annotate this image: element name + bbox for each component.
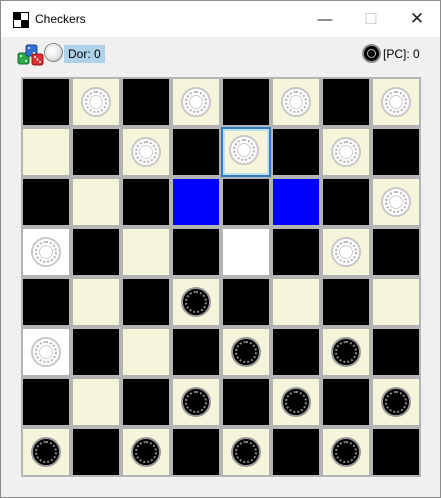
dark-square[interactable] [71, 327, 121, 377]
white-piece-icon[interactable] [81, 87, 111, 117]
dice-icon[interactable] [17, 42, 45, 68]
white-piece-icon[interactable] [381, 87, 411, 117]
dark-square[interactable] [371, 127, 421, 177]
light-square[interactable] [171, 377, 221, 427]
move-hint-square[interactable] [171, 177, 221, 227]
window-title: Checkers [35, 12, 86, 26]
light-square[interactable] [121, 227, 171, 277]
dark-square[interactable] [171, 127, 221, 177]
white-piece-icon[interactable] [31, 237, 61, 267]
light-square[interactable] [121, 427, 171, 477]
white-piece-icon[interactable] [331, 237, 361, 267]
light-square[interactable] [171, 77, 221, 127]
light-square[interactable] [21, 327, 71, 377]
light-square[interactable] [171, 277, 221, 327]
dark-square[interactable] [321, 77, 371, 127]
black-piece-icon[interactable] [231, 437, 261, 467]
dark-square[interactable] [221, 377, 271, 427]
white-piece-icon[interactable] [31, 337, 61, 367]
light-square[interactable] [121, 327, 171, 377]
dark-square[interactable] [121, 177, 171, 227]
dark-square[interactable] [221, 77, 271, 127]
dark-square[interactable] [21, 377, 71, 427]
light-square[interactable] [21, 227, 71, 277]
dark-square[interactable] [71, 427, 121, 477]
light-square[interactable] [321, 127, 371, 177]
dark-square[interactable] [321, 277, 371, 327]
light-square[interactable] [21, 427, 71, 477]
minimize-icon[interactable]: — [302, 1, 348, 37]
dark-square[interactable] [221, 277, 271, 327]
white-piece-icon[interactable] [381, 187, 411, 217]
dark-square[interactable] [271, 127, 321, 177]
dark-square[interactable] [21, 177, 71, 227]
dark-square[interactable] [21, 277, 71, 327]
light-square[interactable] [71, 177, 121, 227]
black-piece-icon[interactable] [181, 287, 211, 317]
light-square[interactable] [71, 277, 121, 327]
empty-white-square[interactable] [221, 227, 271, 277]
pc-score: [PC]: 0 [383, 47, 420, 61]
checkers-window: Checkers — ☐ ✕ Dor: 0 [PC]: 0 [0, 0, 441, 498]
light-square[interactable] [371, 177, 421, 227]
dark-square[interactable] [21, 77, 71, 127]
black-piece-icon[interactable] [331, 437, 361, 467]
light-square[interactable] [121, 127, 171, 177]
black-piece-icon[interactable] [331, 337, 361, 367]
dark-square[interactable] [171, 427, 221, 477]
player-white-piece-icon [44, 43, 63, 62]
light-square[interactable] [321, 227, 371, 277]
close-icon[interactable]: ✕ [394, 1, 440, 37]
dark-square[interactable] [221, 177, 271, 227]
dark-square[interactable] [321, 177, 371, 227]
light-square[interactable] [321, 427, 371, 477]
dark-square[interactable] [371, 427, 421, 477]
selected-square[interactable] [221, 127, 271, 177]
light-square[interactable] [271, 277, 321, 327]
dark-square[interactable] [371, 227, 421, 277]
white-piece-icon[interactable] [131, 137, 161, 167]
light-square[interactable] [321, 327, 371, 377]
white-piece-icon[interactable] [281, 87, 311, 117]
dark-square[interactable] [321, 377, 371, 427]
dark-square[interactable] [121, 277, 171, 327]
white-piece-icon[interactable] [229, 135, 259, 165]
dark-square[interactable] [121, 77, 171, 127]
light-square[interactable] [371, 277, 421, 327]
dark-square[interactable] [371, 327, 421, 377]
light-square[interactable] [371, 377, 421, 427]
white-piece-icon[interactable] [181, 87, 211, 117]
light-square[interactable] [221, 427, 271, 477]
move-hint-square[interactable] [271, 177, 321, 227]
light-square[interactable] [21, 127, 71, 177]
white-piece-icon[interactable] [331, 137, 361, 167]
checkers-app-icon [13, 12, 29, 28]
black-piece-icon[interactable] [281, 387, 311, 417]
maximize-icon[interactable]: ☐ [348, 1, 394, 37]
black-piece-icon[interactable] [181, 387, 211, 417]
dark-square[interactable] [121, 377, 171, 427]
black-piece-icon[interactable] [381, 387, 411, 417]
dark-square[interactable] [271, 427, 321, 477]
black-piece-icon[interactable] [131, 437, 161, 467]
dark-square[interactable] [271, 327, 321, 377]
dark-square[interactable] [171, 227, 221, 277]
dark-square[interactable] [71, 227, 121, 277]
light-square[interactable] [371, 77, 421, 127]
light-square[interactable] [221, 327, 271, 377]
black-piece-icon[interactable] [231, 337, 261, 367]
pc-black-piece-icon [362, 44, 381, 63]
black-piece-icon[interactable] [31, 437, 61, 467]
light-square[interactable] [71, 377, 121, 427]
dark-square[interactable] [171, 327, 221, 377]
checkers-board [21, 77, 421, 477]
light-square[interactable] [271, 77, 321, 127]
player-score: Dor: 0 [64, 45, 105, 63]
title-bar[interactable]: Checkers — ☐ ✕ [1, 1, 440, 37]
light-square[interactable] [271, 377, 321, 427]
dark-square[interactable] [71, 127, 121, 177]
light-square[interactable] [71, 77, 121, 127]
dark-square[interactable] [271, 227, 321, 277]
